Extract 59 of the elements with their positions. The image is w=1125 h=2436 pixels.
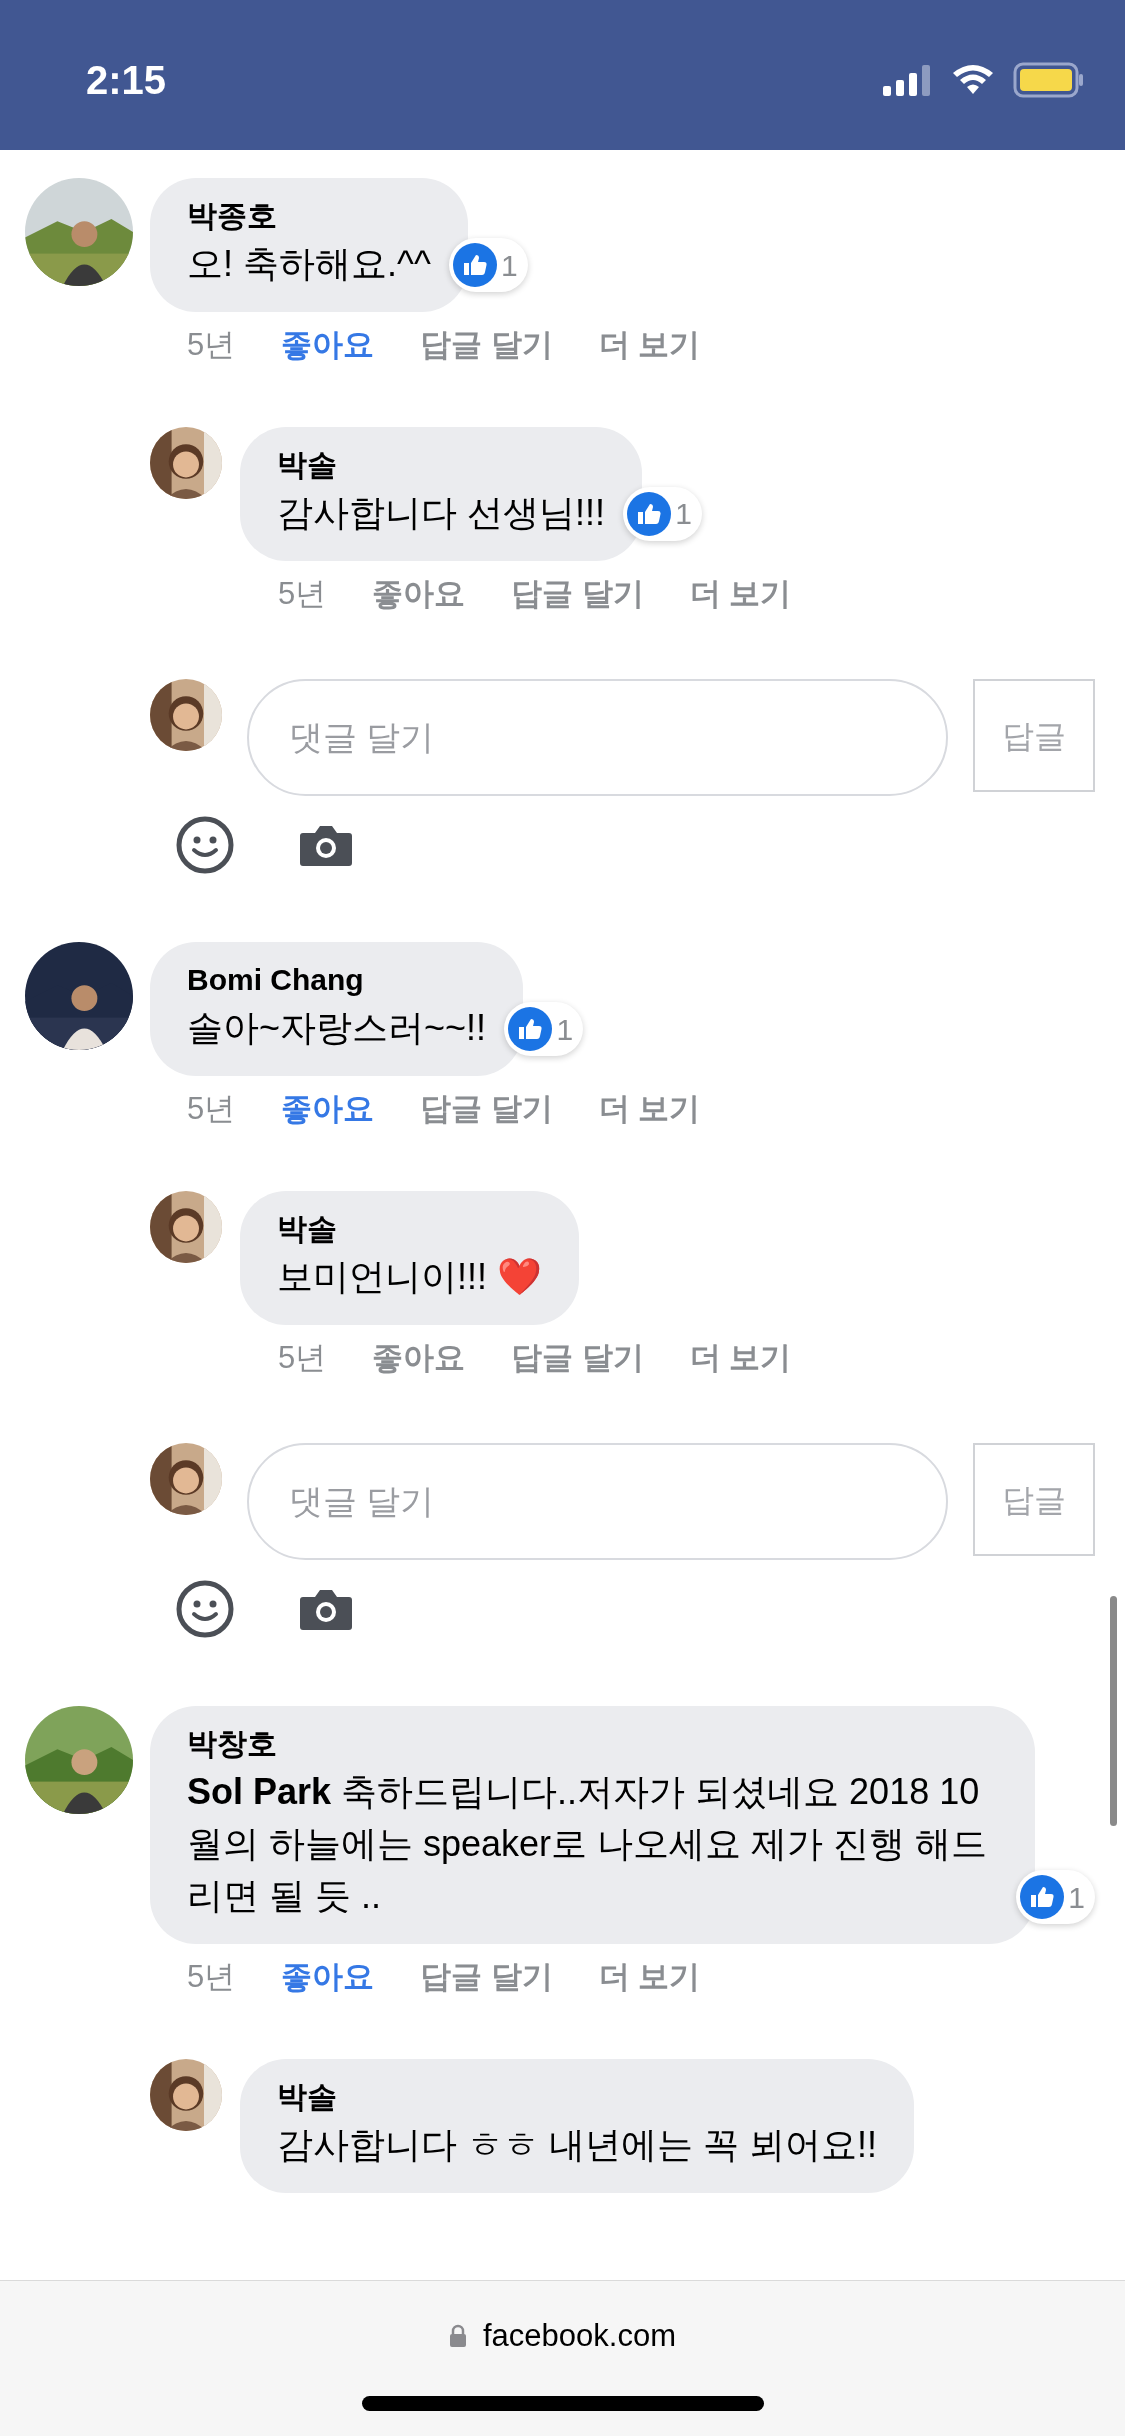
smiley-icon[interactable] bbox=[176, 816, 234, 874]
thumbs-up-icon bbox=[508, 1007, 553, 1051]
comment-action-link[interactable]: 답글 달기 bbox=[420, 1086, 553, 1133]
comment-action-link[interactable]: 좋아요 bbox=[281, 1954, 375, 2001]
comment-time: 5년 bbox=[278, 574, 327, 613]
comment-action-link[interactable]: 더 보기 bbox=[598, 1954, 701, 2001]
comment-action-link[interactable]: 좋아요 bbox=[372, 1334, 466, 1381]
commenter-name[interactable]: 박창호 bbox=[187, 1722, 998, 1766]
reaction-badge[interactable]: 1 bbox=[1016, 1870, 1095, 1924]
comment-text: 보미언니이!!! ❤ bbox=[277, 1254, 542, 1299]
status-time: 2:15 bbox=[86, 57, 167, 104]
comment-action-link[interactable]: 더 보기 bbox=[689, 570, 792, 617]
commenter-name[interactable]: 박종호 bbox=[187, 194, 431, 238]
reaction-count: 1 bbox=[556, 1011, 574, 1048]
comment-text: Sol Park 축하드립니다..저자가 되셨네요 2018 10월의 하늘에는 speaker로 나오세요 제가 진행 해드리면 될 듯 .. bbox=[187, 1770, 989, 1918]
thumbs-up-icon bbox=[1020, 1875, 1065, 1919]
camera-icon[interactable] bbox=[299, 1587, 353, 1631]
comment-text: 감사합니다 ㅎㅎ 내년에는 꼭 뵈어요!! bbox=[277, 2122, 877, 2167]
battery-icon bbox=[1013, 62, 1085, 98]
comment-action-link[interactable]: 답글 달기 bbox=[420, 322, 553, 369]
comment-action-link[interactable]: 좋아요 bbox=[281, 322, 375, 369]
commenter-name[interactable]: Bomi Chang bbox=[187, 958, 487, 1002]
comment-action-link[interactable]: 더 보기 bbox=[598, 1086, 701, 1133]
comment-action-link[interactable]: 좋아요 bbox=[281, 1086, 375, 1133]
comment-action-link[interactable]: 답글 달기 bbox=[420, 1954, 553, 2001]
comment-action-link[interactable]: 더 보기 bbox=[598, 322, 701, 369]
smiley-icon[interactable] bbox=[176, 1580, 234, 1638]
scroll-bar[interactable] bbox=[1110, 1596, 1117, 1826]
reaction-count: 1 bbox=[501, 247, 518, 284]
reply-input-field[interactable]: 댓글 달기 bbox=[247, 1443, 948, 1560]
reaction-count: 1 bbox=[1068, 1879, 1085, 1916]
comment-action-link[interactable]: 좋아요 bbox=[372, 570, 466, 617]
thumbs-up-icon bbox=[627, 491, 672, 536]
comment-action-link[interactable]: 답글 달기 bbox=[511, 1334, 644, 1381]
comment-action-link[interactable]: 더 보기 bbox=[689, 1334, 792, 1381]
reply-button[interactable]: 답글 bbox=[973, 1443, 1095, 1556]
comment-text: 솔아~자랑스러~~!! bbox=[187, 1006, 487, 1050]
comment-text: 오! 축하해요.^^ bbox=[187, 242, 431, 286]
reaction-count: 1 bbox=[675, 496, 692, 532]
signal-icon bbox=[883, 64, 933, 96]
reaction-badge[interactable]: 1 bbox=[623, 486, 702, 541]
commenter-name[interactable]: 박솔 bbox=[277, 442, 605, 487]
reaction-badge[interactable]: 1 bbox=[504, 1002, 584, 1056]
url-text[interactable]: facebook.com bbox=[483, 2313, 676, 2360]
lock-icon bbox=[449, 2324, 467, 2349]
comment-time: 5년 bbox=[187, 1090, 236, 1128]
comment-text: 감사합니다 선생님!!! bbox=[277, 490, 605, 535]
camera-icon[interactable] bbox=[299, 823, 353, 867]
comment-time: 5년 bbox=[187, 1958, 236, 1996]
reply-button[interactable]: 답글 bbox=[973, 679, 1095, 792]
thumbs-up-icon bbox=[453, 243, 498, 287]
comment-time: 5년 bbox=[187, 326, 236, 364]
reaction-badge[interactable]: 1 bbox=[449, 238, 528, 292]
commenter-name[interactable]: 박솔 bbox=[277, 1206, 542, 1251]
comment-time: 5년 bbox=[278, 1338, 327, 1377]
reply-input-field[interactable]: 댓글 달기 bbox=[247, 679, 948, 796]
commenter-name[interactable]: 박솔 bbox=[277, 2074, 877, 2119]
comment-action-link[interactable]: 답글 달기 bbox=[511, 570, 644, 617]
wifi-icon bbox=[951, 64, 995, 96]
